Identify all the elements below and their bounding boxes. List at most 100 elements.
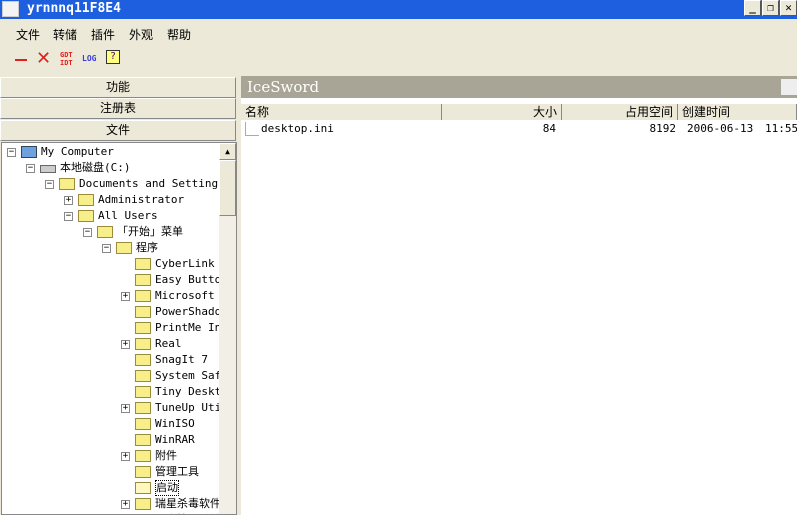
minus-icon[interactable] <box>15 59 27 61</box>
tree-node-label: PowerShadow <box>155 305 228 318</box>
registry-tab[interactable]: 注册表 <box>0 98 236 119</box>
tree-node[interactable]: − 「开始」菜单 <box>2 224 218 240</box>
close-button[interactable]: ✕ <box>780 0 797 16</box>
folder-icon <box>135 306 151 318</box>
tree-node-label: 瑞星杀毒软件 <box>155 497 221 510</box>
file-tree[interactable]: − My Computer − 本地磁盘(C:) − Documents and Sett… <box>1 142 237 515</box>
menu-view[interactable]: 外观 <box>129 26 153 43</box>
tree-node[interactable]: Easy Button <box>2 272 228 288</box>
folder-icon <box>97 226 113 238</box>
ini-file-icon <box>245 122 259 136</box>
scroll-thumb[interactable] <box>219 160 236 216</box>
tree-node[interactable]: CyberLink DVD <box>2 256 236 272</box>
tree-node-label: SnagIt 7 <box>155 353 208 366</box>
column-header: 名称 大小 占用空间 创建时间 <box>241 104 797 120</box>
tree-node[interactable]: +TuneUp Utilities <box>2 400 236 416</box>
window-title: yrnnnq11F8E4 <box>27 1 121 16</box>
file-size: 84 <box>542 122 556 135</box>
collapse-icon[interactable]: − <box>64 212 73 221</box>
folder-icon <box>135 418 151 430</box>
tree-node[interactable]: SnagIt 7 <box>2 352 218 368</box>
menu-dump[interactable]: 转储 <box>53 26 77 43</box>
folder-icon <box>135 338 151 350</box>
expand-icon[interactable]: + <box>121 340 130 349</box>
col-alloc[interactable]: 占用空间 <box>562 104 678 120</box>
title-bar: yrnnnq11F8E4 _ ❐ ✕ <box>0 0 797 19</box>
expand-icon[interactable]: + <box>64 196 73 205</box>
file-alloc: 8192 <box>649 122 677 135</box>
tree-node-label: 管理工具 <box>155 465 199 478</box>
col-created[interactable]: 创建时间 <box>678 104 797 120</box>
tree-scrollbar[interactable]: ▲ <box>219 143 236 514</box>
delete-x-icon[interactable]: ✕ <box>36 48 51 69</box>
menu-plugins[interactable]: 插件 <box>91 26 115 43</box>
menu-bar: 文件 转储 插件 外观 帮助 <box>0 22 797 44</box>
tree-node[interactable]: WinISO <box>2 416 218 432</box>
gdt-idt-button[interactable]: GDT IDT <box>60 51 73 67</box>
collapse-icon[interactable]: − <box>45 180 54 189</box>
folder-icon <box>135 370 151 382</box>
folder-icon <box>116 242 132 254</box>
tree-node-label: 「开始」菜单 <box>117 225 183 238</box>
expand-icon[interactable]: + <box>121 292 130 301</box>
col-size[interactable]: 大小 <box>442 104 562 120</box>
tree-node[interactable]: Tiny Desktop <box>2 384 234 400</box>
expand-icon[interactable]: + <box>121 452 130 461</box>
folder-icon <box>135 274 151 286</box>
folder-icon <box>135 498 151 510</box>
file-panel: IceSword 名称 大小 占用空间 创建时间 desktop.ini 84 … <box>241 76 797 515</box>
help-icon[interactable]: ? <box>106 50 120 64</box>
tree-node-label: 本地磁盘(C:) <box>60 161 131 174</box>
tree-node[interactable]: − 程序 <box>2 240 218 256</box>
folder-icon <box>135 450 151 462</box>
folder-icon <box>135 322 151 334</box>
tree-node-label: 启动 <box>155 480 179 496</box>
folder-open-icon <box>135 482 151 494</box>
tree-node[interactable]: − My Computer <box>2 144 218 160</box>
folder-icon <box>135 258 151 270</box>
tree-node[interactable]: + Administrator <box>2 192 218 208</box>
tree-node-label: Administrator <box>98 193 185 206</box>
log-button[interactable]: LOG <box>82 54 96 63</box>
menu-help[interactable]: 帮助 <box>167 26 191 43</box>
tree-node-label: 程序 <box>136 241 158 254</box>
col-name[interactable]: 名称 <box>241 104 442 120</box>
file-tab[interactable]: 文件 <box>0 120 236 141</box>
tree-node-label: Documents and Settings <box>79 177 225 190</box>
tree-node[interactable]: − 本地磁盘(C:) <box>2 160 218 176</box>
expand-icon[interactable]: + <box>121 404 130 413</box>
folder-icon <box>78 210 94 222</box>
expand-icon[interactable]: + <box>121 500 130 509</box>
tree-node[interactable]: 管理工具 <box>2 464 218 480</box>
function-tab[interactable]: 功能 <box>0 77 236 98</box>
tree-node-label: All Users <box>98 209 158 222</box>
tree-node[interactable]: PrintMe Internet <box>2 320 236 336</box>
minimize-button[interactable]: _ <box>744 0 761 16</box>
tree-node[interactable]: System Safety <box>2 368 236 384</box>
scroll-up-button[interactable]: ▲ <box>219 143 236 160</box>
folder-icon <box>135 402 151 414</box>
panel-title: IceSword <box>241 76 797 98</box>
tree-node[interactable]: + Real <box>2 336 218 352</box>
computer-icon <box>21 146 37 158</box>
file-name: desktop.ini <box>261 122 334 135</box>
menu-file[interactable]: 文件 <box>16 26 40 43</box>
tree-node-label: Real <box>155 337 182 350</box>
tree-node[interactable]: − All Users <box>2 208 218 224</box>
tree-node[interactable]: +Microsoft Office <box>2 288 236 304</box>
tree-node[interactable]: 启动 <box>2 480 218 496</box>
collapse-icon[interactable]: − <box>83 228 92 237</box>
tree-node[interactable]: PowerShadow <box>2 304 228 320</box>
folder-icon <box>135 354 151 366</box>
tree-node[interactable]: WinRAR <box>2 432 218 448</box>
collapse-icon[interactable]: − <box>102 244 111 253</box>
folder-icon <box>135 386 151 398</box>
folder-icon <box>59 178 75 190</box>
tree-node[interactable]: − Documents and Settings <box>2 176 225 192</box>
collapse-icon[interactable]: − <box>26 164 35 173</box>
collapse-icon[interactable]: − <box>7 148 16 157</box>
restore-button[interactable]: ❐ <box>762 0 779 16</box>
tree-node[interactable]: + 附件 <box>2 448 218 464</box>
tree-node[interactable]: + 瑞星杀毒软件 <box>2 496 221 512</box>
folder-icon <box>135 466 151 478</box>
